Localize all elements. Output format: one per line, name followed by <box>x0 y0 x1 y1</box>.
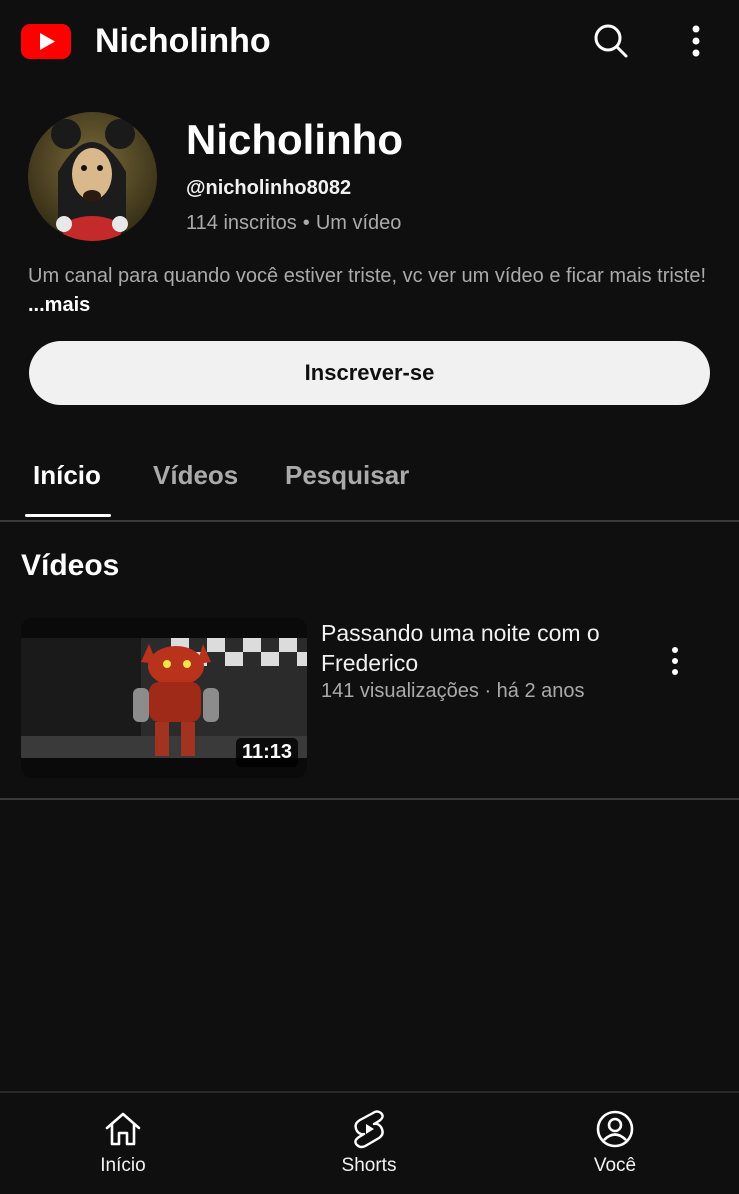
more-options-button[interactable] <box>676 20 716 62</box>
app-bar-title: Nicholinho <box>95 22 271 60</box>
more-vert-icon <box>672 647 678 675</box>
nav-item-label: Início <box>100 1155 146 1176</box>
subscribe-button[interactable]: Inscrever-se <box>29 341 710 405</box>
bottom-navigation: Início Shorts Você <box>0 1091 739 1194</box>
tab-pesquisar[interactable]: Pesquisar <box>285 460 409 491</box>
video-duration-badge: 11:13 <box>235 738 298 767</box>
tab-inicio[interactable]: Início <box>33 460 101 491</box>
video-count: Um vídeo <box>315 212 402 234</box>
shorts-icon <box>354 1110 384 1149</box>
channel-description[interactable]: Um canal para quando você estiver triste… <box>28 262 708 320</box>
nav-item-shorts[interactable]: Shorts <box>309 1109 429 1177</box>
stats-separator: • <box>302 212 310 234</box>
search-icon <box>594 24 628 58</box>
more-vert-icon <box>692 25 700 57</box>
channel-name: Nicholinho <box>186 116 403 163</box>
video-list-item[interactable]: 11:13 Passando uma noite com o Frederico… <box>0 618 739 800</box>
account-icon <box>596 1110 634 1148</box>
description-text: Um canal para quando você estiver triste… <box>28 265 707 287</box>
home-icon <box>105 1112 141 1146</box>
active-tab-indicator <box>25 514 111 517</box>
search-button[interactable] <box>590 20 632 62</box>
video-meta: 141 visualizações · há 2 anos <box>321 680 585 703</box>
nav-item-label: Shorts <box>341 1155 397 1176</box>
youtube-channel-page: Nicholinho Nicholinho @nicholinho8082 11… <box>0 0 739 1194</box>
section-title: Vídeos <box>21 549 120 582</box>
nav-item-inicio[interactable]: Início <box>63 1109 183 1177</box>
video-title[interactable]: Passando uma noite com o Frederico <box>321 618 621 678</box>
subscriber-count: 114 inscritos <box>186 212 297 234</box>
video-more-button[interactable] <box>660 644 690 678</box>
video-thumbnail[interactable]: 11:13 <box>21 618 307 778</box>
channel-tabs: Início Vídeos Pesquisar <box>0 440 739 522</box>
description-more-link[interactable]: ...mais <box>28 294 90 316</box>
avatar-dog-image <box>28 112 157 241</box>
channel-handle: @nicholinho8082 <box>186 177 352 199</box>
youtube-logo-icon[interactable] <box>21 24 71 59</box>
top-app-bar: Nicholinho <box>0 0 739 86</box>
video-age: há 2 anos <box>496 680 585 702</box>
nav-item-voce[interactable]: Você <box>555 1109 675 1177</box>
video-views: 141 visualizações <box>321 680 479 702</box>
tab-videos[interactable]: Vídeos <box>153 460 238 491</box>
channel-stats: 114 inscritos • Um vídeo <box>186 212 401 235</box>
video-meta-separator: · <box>484 680 492 702</box>
nav-item-label: Você <box>593 1155 637 1176</box>
channel-avatar[interactable] <box>28 112 157 241</box>
